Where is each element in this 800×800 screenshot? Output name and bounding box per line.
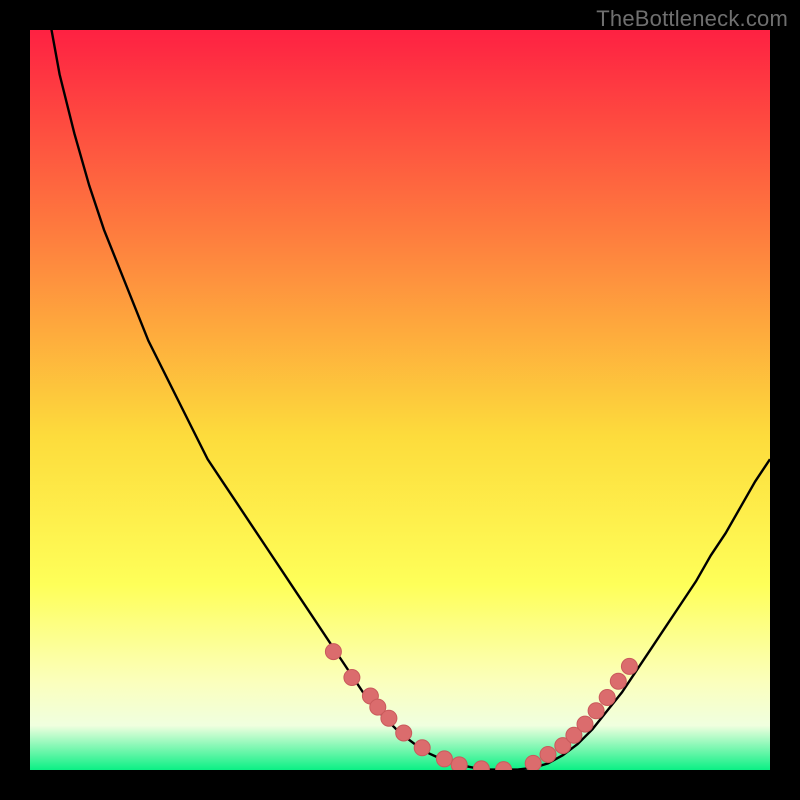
data-marker	[325, 644, 341, 660]
data-marker	[451, 757, 467, 770]
data-marker	[525, 755, 541, 770]
data-marker	[396, 725, 412, 741]
data-marker	[577, 716, 593, 732]
data-marker	[436, 751, 452, 767]
data-marker	[610, 673, 626, 689]
chart-svg	[30, 30, 770, 770]
chart-frame: TheBottleneck.com	[0, 0, 800, 800]
data-marker	[344, 670, 360, 686]
data-marker	[540, 746, 556, 762]
plot-area	[30, 30, 770, 770]
data-marker	[588, 703, 604, 719]
data-marker	[599, 689, 615, 705]
data-marker	[621, 658, 637, 674]
watermark-text: TheBottleneck.com	[596, 6, 788, 32]
data-marker	[381, 710, 397, 726]
data-marker	[414, 740, 430, 756]
gradient-background	[30, 30, 770, 770]
